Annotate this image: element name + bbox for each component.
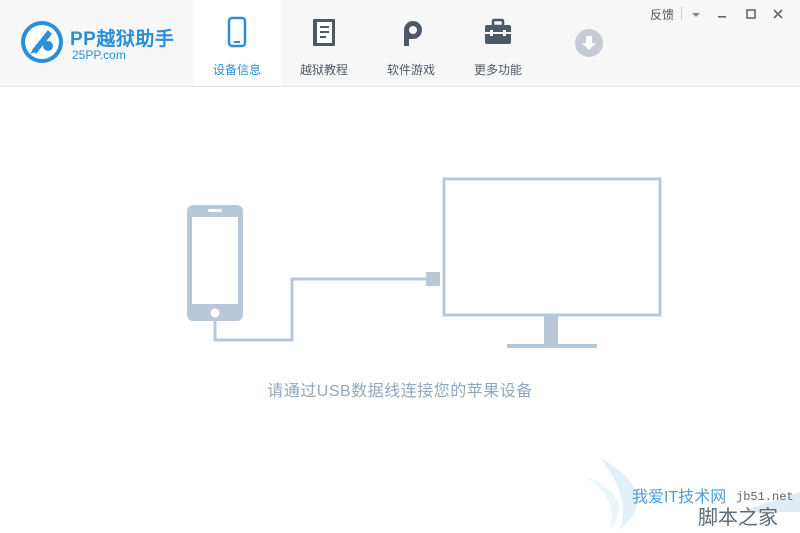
watermark-jb51-icon: 我爱IT技术网 jb51.net 脚本之家: [584, 458, 800, 530]
tab-label: 设备信息: [212, 63, 261, 77]
connect-device-illustration: [187, 177, 662, 348]
download-button[interactable]: [575, 29, 603, 57]
iphone-icon: [187, 205, 243, 321]
watermark-line2: 脚本之家: [698, 505, 778, 529]
tab-jailbreak-tutorial[interactable]: 越狱教程: [280, 0, 368, 86]
title-bar: PP越狱助手 25PP.com 设备信息 越狱教程 软件游戏 更多功能 反馈: [0, 0, 800, 87]
book-icon: [313, 19, 335, 46]
connect-hint-text: 请通过USB数据线连接您的苹果设备: [267, 383, 533, 400]
pp-logo-icon: [404, 21, 422, 46]
tab-software-games[interactable]: 软件游戏: [367, 0, 455, 86]
phone-icon: [227, 16, 247, 48]
tab-label: 更多功能: [473, 63, 522, 77]
download-icon: [582, 36, 596, 50]
minimize-button[interactable]: [713, 5, 731, 23]
maximize-icon: [746, 9, 756, 19]
tab-device-info[interactable]: 设备信息: [193, 0, 281, 86]
tab-label: 越狱教程: [299, 63, 348, 77]
app-title: PP越狱助手: [70, 29, 175, 50]
pp-logo-icon: [21, 21, 63, 63]
toolbox-icon: [485, 18, 511, 44]
app-logo: PP越狱助手 25PP.com: [18, 18, 188, 68]
watermark-line1: 我爱IT技术网: [632, 488, 726, 506]
close-icon: [773, 9, 783, 19]
divider: [681, 6, 682, 20]
watermark-site: jb51.net: [736, 490, 794, 504]
app-site: 25PP.com: [72, 48, 126, 62]
usb-cable-icon: [213, 272, 440, 342]
feedback-button[interactable]: 反馈: [650, 6, 674, 24]
computer-monitor-icon: [442, 177, 662, 348]
tab-more-features[interactable]: 更多功能: [454, 0, 542, 86]
menu-dropdown-button[interactable]: [687, 5, 705, 23]
dropdown-icon: [692, 13, 700, 17]
close-button[interactable]: [769, 5, 787, 23]
maximize-button[interactable]: [742, 5, 760, 23]
tab-label: 软件游戏: [386, 63, 435, 77]
minimize-icon: [718, 16, 726, 18]
